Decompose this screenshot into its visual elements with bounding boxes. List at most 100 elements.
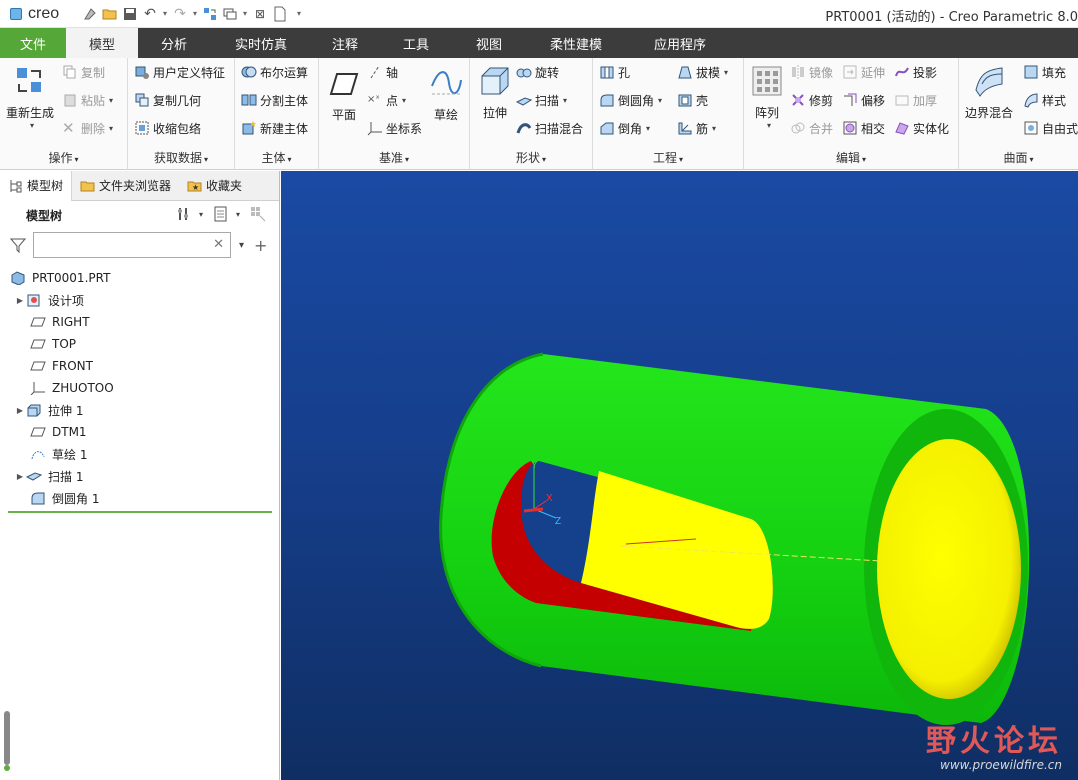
tree-item-sweep[interactable]: ▶ 扫描 1 xyxy=(0,465,279,487)
tree-item-design-items[interactable]: ▶ 设计项 xyxy=(0,289,279,311)
expand-icon[interactable]: ▶ xyxy=(14,296,26,305)
merge-button[interactable]: 合并 xyxy=(790,118,833,138)
style-button[interactable]: 样式 xyxy=(1023,90,1066,110)
new-file-icon[interactable] xyxy=(80,4,100,24)
tree-item-extrude[interactable]: ▶ 拉伸 1 xyxy=(0,399,279,421)
group-label-editing[interactable]: 编辑 ▾ xyxy=(744,149,958,166)
extend-button[interactable]: 延伸 xyxy=(842,62,885,82)
tree-item-dtm1[interactable]: DTM1 xyxy=(0,421,279,443)
sketch-button[interactable]: 草绘 xyxy=(429,66,463,123)
group-label-operations[interactable]: 操作 ▾ xyxy=(0,149,127,166)
windows-dropdown-icon[interactable]: ▾ xyxy=(240,9,250,18)
tree-item-front[interactable]: FRONT xyxy=(0,355,279,377)
tree-item-top[interactable]: TOP xyxy=(0,333,279,355)
search-input[interactable] xyxy=(38,234,208,256)
chamfer-dropdown-icon[interactable]: ▾ xyxy=(646,124,650,133)
tree-show-icon[interactable] xyxy=(213,206,229,222)
point-button[interactable]: ×ˣ 点 ▾ xyxy=(367,90,406,110)
group-label-datum[interactable]: 基准 ▾ xyxy=(319,149,469,166)
draft-button[interactable]: 拔模 ▾ xyxy=(677,62,728,82)
filter-icon[interactable] xyxy=(9,237,27,254)
undo-dropdown-icon[interactable]: ▾ xyxy=(160,9,170,18)
new-body-button[interactable]: 新建主体 xyxy=(241,118,308,138)
graphics-viewport[interactable]: Y X Z 野火论坛 www.proewildfire.cn xyxy=(281,171,1078,780)
tree-settings-dropdown-icon[interactable]: ▾ xyxy=(199,210,203,219)
fill-button[interactable]: 填充 xyxy=(1023,62,1066,82)
paste-button[interactable]: 粘贴 ▾ xyxy=(62,90,113,110)
insert-indicator[interactable] xyxy=(8,511,272,513)
hole-button[interactable]: 孔 xyxy=(599,62,630,82)
expand-icon[interactable]: ▶ xyxy=(14,472,26,481)
page-icon[interactable] xyxy=(270,4,290,24)
tab-folder-browser[interactable]: 文件夹浏览器 xyxy=(72,171,179,201)
windows-icon[interactable] xyxy=(220,4,240,24)
extrude-button[interactable]: 拉伸 xyxy=(478,64,512,121)
tree-show-dropdown-icon[interactable]: ▾ xyxy=(236,210,240,219)
regenerate-button[interactable]: 重新生成 ▾ xyxy=(6,64,54,130)
tree-item-part[interactable]: PRT0001.PRT xyxy=(0,267,279,289)
thicken-button[interactable]: 加厚 xyxy=(894,90,937,110)
tree-item-sketch[interactable]: 草绘 1 xyxy=(0,443,279,465)
axis-button[interactable]: 轴 xyxy=(367,62,398,82)
mirror-button[interactable]: 镜像 xyxy=(790,62,833,82)
sweep-button[interactable]: 扫描 ▾ xyxy=(515,90,567,110)
offset-button[interactable]: 偏移 xyxy=(842,90,885,110)
freestyle-button[interactable]: 自由式 xyxy=(1023,118,1078,138)
add-filter-icon[interactable]: + xyxy=(254,236,267,255)
paste-dropdown-icon[interactable]: ▾ xyxy=(109,96,113,105)
split-body-button[interactable]: 分割主体 xyxy=(241,90,308,110)
tab-view[interactable]: 视图 xyxy=(454,28,524,58)
tree-filter-grid-icon[interactable] xyxy=(250,206,266,222)
copy-geometry-button[interactable]: 复制几何 xyxy=(134,90,201,110)
tab-analysis[interactable]: 分析 xyxy=(138,28,210,58)
tab-annotate[interactable]: 注释 xyxy=(312,28,378,58)
copy-button[interactable]: 复制 xyxy=(62,62,105,82)
boolean-button[interactable]: 布尔运算 xyxy=(241,62,308,82)
tree-item-right[interactable]: RIGHT xyxy=(0,311,279,333)
sweep-dropdown-icon[interactable]: ▾ xyxy=(563,96,567,105)
tab-simulation[interactable]: 实时仿真 xyxy=(210,28,312,58)
group-label-body[interactable]: 主体 ▾ xyxy=(235,149,318,166)
tree-settings-icon[interactable] xyxy=(176,206,192,222)
round-dropdown-icon[interactable]: ▾ xyxy=(658,96,662,105)
group-label-surfaces[interactable]: 曲面 ▾ xyxy=(959,149,1078,166)
expand-icon[interactable]: ▶ xyxy=(14,406,26,415)
panel-resize-handle-end[interactable] xyxy=(4,765,10,771)
undo-icon[interactable]: ↶ xyxy=(140,4,160,24)
redo-dropdown-icon[interactable]: ▾ xyxy=(190,9,200,18)
delete-dropdown-icon[interactable]: ▾ xyxy=(109,124,113,133)
clear-search-icon[interactable]: ✕ xyxy=(213,237,224,252)
open-folder-icon[interactable] xyxy=(100,4,120,24)
rib-dropdown-icon[interactable]: ▾ xyxy=(712,124,716,133)
tab-tools[interactable]: 工具 xyxy=(378,28,454,58)
intersect-button[interactable]: 相交 xyxy=(842,118,885,138)
rib-button[interactable]: 筋 ▾ xyxy=(677,118,716,138)
redo-icon[interactable]: ↷ xyxy=(170,4,190,24)
regenerate-quick-icon[interactable] xyxy=(200,4,220,24)
pattern-dropdown-icon[interactable]: ▾ xyxy=(767,121,771,130)
tab-model[interactable]: 模型 xyxy=(66,28,138,58)
tree-item-round[interactable]: 倒圆角 1 xyxy=(0,487,279,509)
cylinder-end-bore[interactable] xyxy=(877,439,1021,699)
regenerate-dropdown-icon[interactable]: ▾ xyxy=(30,121,34,130)
group-label-get-data[interactable]: 获取数据 ▾ xyxy=(128,149,234,166)
search-dropdown-icon[interactable]: ▾ xyxy=(239,240,244,251)
swept-blend-button[interactable]: 扫描混合 xyxy=(516,118,583,138)
tab-favorites[interactable]: ★ 收藏夹 xyxy=(179,171,250,201)
panel-resize-handle[interactable] xyxy=(4,711,10,765)
shell-button[interactable]: 壳 xyxy=(677,90,708,110)
plane-button[interactable]: 平面 xyxy=(327,66,361,123)
draft-dropdown-icon[interactable]: ▾ xyxy=(724,68,728,77)
shrinkwrap-button[interactable]: 收缩包络 xyxy=(134,118,201,138)
revolve-button[interactable]: 旋转 xyxy=(516,62,559,82)
tab-applications[interactable]: 应用程序 xyxy=(628,28,732,58)
customize-toolbar-icon[interactable]: ▾ xyxy=(294,9,304,18)
udf-button[interactable]: 用户定义特征 xyxy=(134,62,225,82)
csys-button[interactable]: 坐标系 xyxy=(367,118,422,138)
point-dropdown-icon[interactable]: ▾ xyxy=(402,96,406,105)
boundary-blend-button[interactable]: 边界混合 xyxy=(965,64,1013,121)
chamfer-button[interactable]: 倒角 ▾ xyxy=(599,118,650,138)
solidify-button[interactable]: 实体化 xyxy=(894,118,949,138)
close-window-icon[interactable]: ⊠ xyxy=(250,4,270,24)
tab-flexible-modeling[interactable]: 柔性建模 xyxy=(524,28,628,58)
